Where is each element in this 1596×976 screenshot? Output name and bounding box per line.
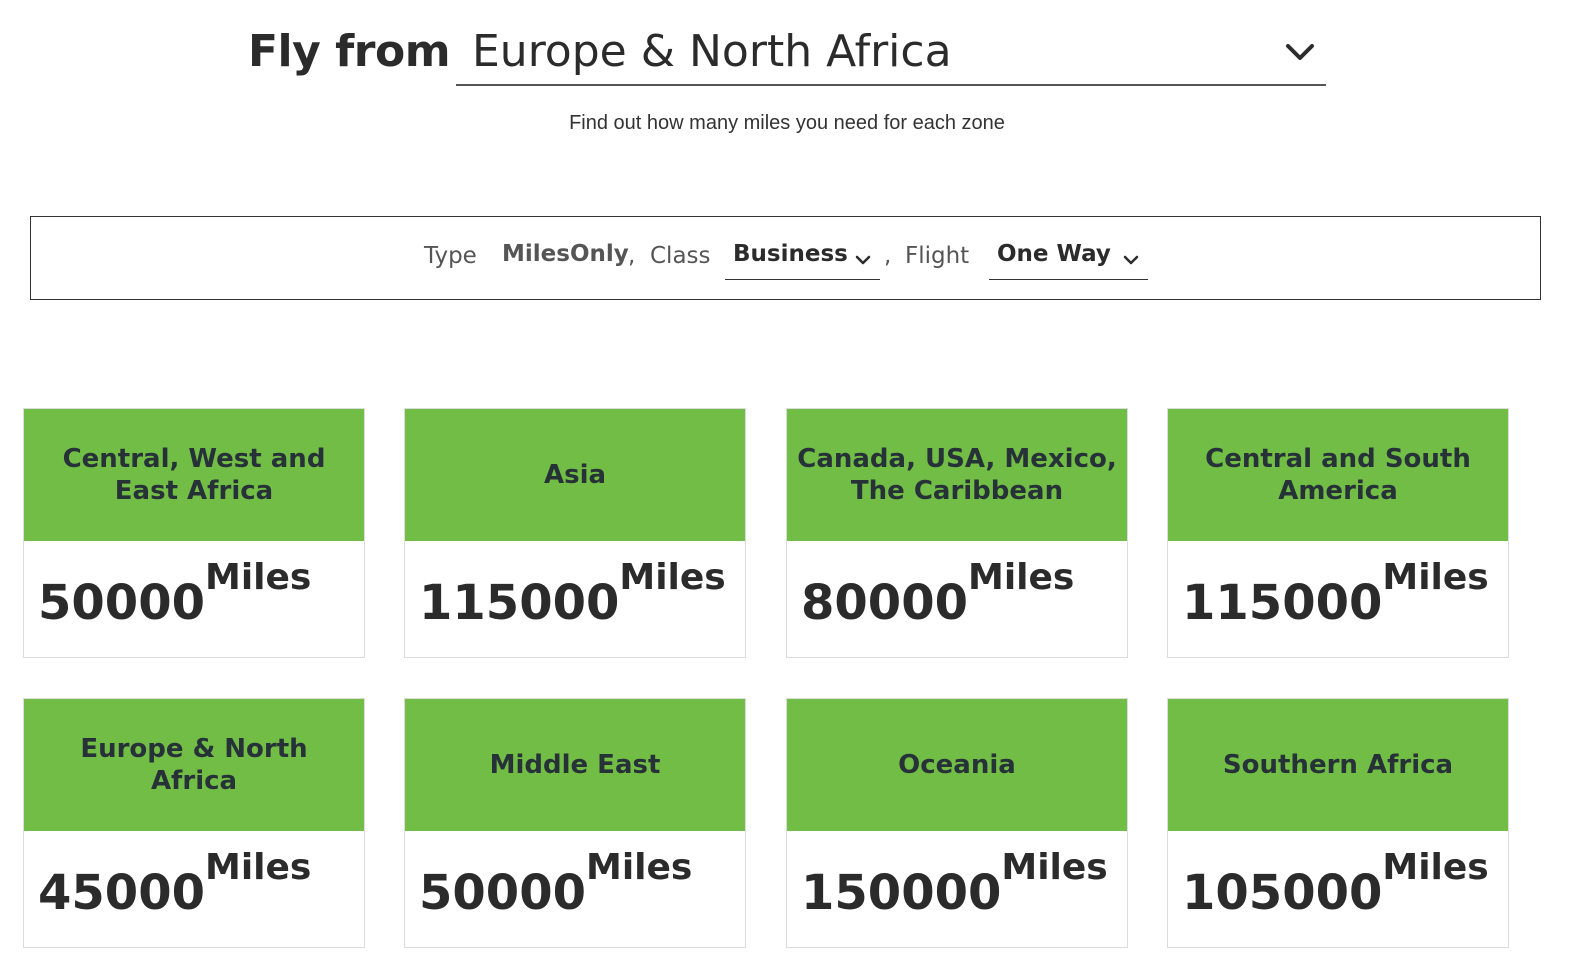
zone-card[interactable]: Asia 115000Miles xyxy=(404,408,746,658)
flight-label: Flight xyxy=(905,243,970,269)
miles-number: 115000 xyxy=(1182,575,1383,631)
zone-name: Southern Africa xyxy=(1222,750,1454,780)
zone-name: Canada, USA, Mexico, The Caribbean xyxy=(797,444,1117,506)
miles-unit: Miles xyxy=(586,847,693,888)
miles-unit: Miles xyxy=(1001,847,1108,888)
zone-header: Southern Africa xyxy=(1168,699,1508,831)
miles-value: 50000Miles xyxy=(38,558,311,633)
class-selected-value: Business xyxy=(733,241,848,267)
miles-number: 50000 xyxy=(419,865,586,921)
filter-bar: Type MilesOnly , Class Business , Flight… xyxy=(30,216,1541,300)
fly-from-label: Fly from xyxy=(248,26,451,77)
zone-miles: 50000Miles xyxy=(24,541,364,657)
zone-header: Middle East xyxy=(405,699,745,831)
miles-value: 50000Miles xyxy=(419,848,692,923)
fly-from-selected-value: Europe & North Africa xyxy=(472,26,952,77)
filter-separator: , xyxy=(628,243,636,269)
miles-value: 45000Miles xyxy=(38,848,311,923)
zone-card[interactable]: Oceania 150000Miles xyxy=(786,698,1128,948)
zone-header: Central and South America xyxy=(1168,409,1508,541)
miles-number: 45000 xyxy=(38,865,205,921)
zone-miles: 45000Miles xyxy=(24,831,364,947)
page-subtitle: Find out how many miles you need for eac… xyxy=(569,112,1005,134)
miles-unit: Miles xyxy=(205,847,312,888)
zone-miles: 115000Miles xyxy=(1168,541,1508,657)
miles-unit: Miles xyxy=(619,557,726,598)
miles-value: 80000Miles xyxy=(801,558,1074,633)
chevron-down-icon xyxy=(1286,44,1314,60)
zone-card[interactable]: Central, West and East Africa 50000Miles xyxy=(23,408,365,658)
miles-unit: Miles xyxy=(968,557,1075,598)
class-select[interactable]: Business xyxy=(725,239,880,280)
filter-separator: , xyxy=(884,243,892,269)
chevron-down-icon xyxy=(855,255,871,265)
flight-selected-value: One Way xyxy=(997,241,1111,267)
miles-number: 50000 xyxy=(38,575,205,631)
miles-number: 105000 xyxy=(1182,865,1383,921)
type-value: MilesOnly xyxy=(502,241,629,267)
zone-card[interactable]: Southern Africa 105000Miles xyxy=(1167,698,1509,948)
fly-from-select[interactable]: Europe & North Africa xyxy=(456,22,1326,86)
zone-miles: 115000Miles xyxy=(405,541,745,657)
miles-value: 115000Miles xyxy=(419,558,726,633)
zone-header: Central, West and East Africa xyxy=(24,409,364,541)
miles-value: 105000Miles xyxy=(1182,848,1489,923)
miles-value: 115000Miles xyxy=(1182,558,1489,633)
miles-number: 80000 xyxy=(801,575,968,631)
zone-miles: 50000Miles xyxy=(405,831,745,947)
zone-card[interactable]: Middle East 50000Miles xyxy=(404,698,746,948)
flight-select[interactable]: One Way xyxy=(989,239,1148,280)
zone-header: Asia xyxy=(405,409,745,541)
zone-name: Oceania xyxy=(898,750,1016,780)
zone-name: Asia xyxy=(543,460,607,490)
zone-name: Middle East xyxy=(489,750,661,780)
zone-header: Europe & North Africa xyxy=(24,699,364,831)
chevron-down-icon xyxy=(1123,255,1139,265)
miles-unit: Miles xyxy=(1382,847,1489,888)
zone-name: Europe & North Africa xyxy=(80,734,308,796)
zone-card[interactable]: Central and South America 115000Miles xyxy=(1167,408,1509,658)
type-label: Type xyxy=(424,243,477,269)
miles-number: 115000 xyxy=(419,575,620,631)
zone-name: Central, West and East Africa xyxy=(62,444,326,506)
zone-header: Oceania xyxy=(787,699,1127,831)
zone-miles: 80000Miles xyxy=(787,541,1127,657)
class-label: Class xyxy=(650,243,711,269)
miles-unit: Miles xyxy=(1382,557,1489,598)
miles-unit: Miles xyxy=(205,557,312,598)
zone-header: Canada, USA, Mexico, The Caribbean xyxy=(787,409,1127,541)
zone-card[interactable]: Canada, USA, Mexico, The Caribbean 80000… xyxy=(786,408,1128,658)
miles-value: 150000Miles xyxy=(801,848,1108,923)
miles-number: 150000 xyxy=(801,865,1002,921)
zone-miles: 105000Miles xyxy=(1168,831,1508,947)
zone-miles: 150000Miles xyxy=(787,831,1127,947)
fly-from-row: Fly from Europe & North Africa xyxy=(248,22,1328,86)
zone-card[interactable]: Europe & North Africa 45000Miles xyxy=(23,698,365,948)
zone-name: Central and South America xyxy=(1205,444,1471,506)
